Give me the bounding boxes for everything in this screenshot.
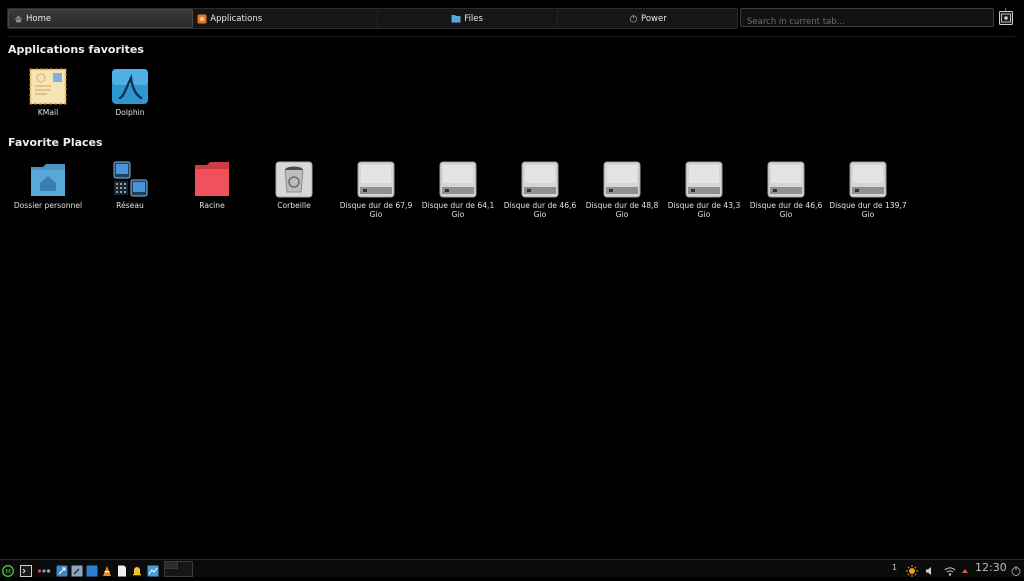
tray-expand-button[interactable] [961,562,969,574]
place-hard-disk[interactable]: Disque dur de 64,1 Gio [417,161,499,219]
place-label: Disque dur de 43,3 Gio [667,201,741,219]
home-icon [13,14,23,24]
speaker-icon [926,567,931,575]
place-label: Disque dur de 46,6 Gio [503,201,577,219]
settings-button[interactable] [56,562,68,577]
notifications-button[interactable] [131,562,143,576]
clock[interactable]: 12:30 [975,561,1007,574]
document-icon [118,565,126,577]
virtual-desktop-pager[interactable] [164,561,193,577]
applications-icon [197,14,207,24]
trash-icon [275,161,313,199]
place-label: Réseau [116,201,144,210]
launcher-icon: M [2,565,14,577]
hard-disk-icon [603,161,641,199]
place-hard-disk[interactable]: Disque dur de 67,9 Gio [335,161,417,219]
favorite-app-label: Dolphin [115,108,145,117]
place-hard-disk[interactable]: Disque dur de 48,8 Gio [581,161,663,219]
busy-indicator-icon [1004,0,1014,15]
place-hard-disk[interactable]: Disque dur de 43,3 Gio [663,161,745,219]
terminal-button[interactable] [20,562,32,577]
image-viewer-button[interactable] [147,562,159,577]
updates-tray-button[interactable] [906,562,918,577]
volume-tray-button[interactable] [924,562,936,575]
bell-icon [133,567,141,576]
place-hard-disk[interactable]: Disque dur de 46,6 Gio [745,161,827,219]
tab-files-label: Files [464,13,483,24]
vlc-button[interactable] [101,562,113,576]
app-launcher-button[interactable]: M [2,562,14,577]
favorite-app-dolphin[interactable]: Dolphin [89,68,171,117]
chevron-up-icon [962,569,968,573]
network-icon [111,161,149,199]
sun-icon [906,565,918,577]
favorite-app-kmail[interactable]: KMail [7,68,89,117]
configure-button[interactable] [999,10,1013,25]
hard-disk-icon [521,161,559,199]
desktop-1-cell[interactable] [165,562,178,569]
place-label: Dossier personnel [13,201,83,210]
window-icon [86,565,98,577]
color-dots-button[interactable] [37,562,51,574]
network-tray-button[interactable] [944,562,956,576]
document-button[interactable] [116,562,128,577]
files-icon [451,14,461,24]
place-root[interactable]: Racine [171,161,253,210]
kmail-icon [29,68,67,106]
wifi-icon [944,567,956,576]
apps-section-title: Applications favorites [8,43,144,56]
tab-power-label: Power [641,13,667,24]
dots-icon [37,569,51,573]
tab-bar: Home Applications Files Power [7,8,738,29]
settings-icon [56,565,68,577]
hard-disk-icon [439,161,477,199]
tab-applications[interactable]: Applications [193,9,378,28]
picture-icon [147,565,159,577]
system-tool-button[interactable] [71,562,83,577]
tab-files[interactable]: Files [378,9,558,28]
terminal-icon [20,565,32,577]
hard-disk-icon [849,161,887,199]
tab-applications-label: Applications [210,13,263,24]
place-label: Disque dur de 67,9 Gio [339,201,413,219]
leave-button[interactable] [1010,562,1022,576]
search-field[interactable] [740,8,994,31]
favorite-app-label: KMail [37,108,59,117]
place-label: Racine [199,201,225,210]
configure-icon [999,11,1013,25]
wrench-icon [71,565,83,577]
desktop-number: 1 [892,563,898,572]
root-folder-icon [193,161,231,199]
tab-home-label: Home [26,13,52,24]
tab-home[interactable]: Home [8,9,194,28]
app-button-blue[interactable] [86,562,98,577]
hard-disk-icon [767,161,805,199]
places-section-title: Favorite Places [8,136,103,149]
dolphin-icon [111,68,149,106]
place-home-folder[interactable]: Dossier personnel [7,161,89,210]
place-trash[interactable]: Corbeille [253,161,335,210]
place-hard-disk[interactable]: Disque dur de 139,7 Gio [827,161,909,219]
taskbar: M 1 12:30 [0,559,1024,577]
power-icon [1011,566,1021,576]
hard-disk-icon [685,161,723,199]
place-label: Disque dur de 46,6 Gio [749,201,823,219]
traffic-cone-icon [103,566,111,576]
power-icon [628,14,638,24]
place-hard-disk[interactable]: Disque dur de 46,6 Gio [499,161,581,219]
header-divider [7,36,1015,37]
home-folder-icon [29,161,67,199]
place-label: Disque dur de 139,7 Gio [829,201,907,219]
place-label: Corbeille [277,201,311,210]
hard-disk-icon [357,161,395,199]
search-input[interactable] [741,13,993,31]
tab-power[interactable]: Power [558,9,737,28]
svg-text:M: M [5,568,11,576]
place-network[interactable]: Réseau [89,161,171,210]
place-label: Disque dur de 48,8 Gio [585,201,659,219]
place-label: Disque dur de 64,1 Gio [421,201,495,219]
